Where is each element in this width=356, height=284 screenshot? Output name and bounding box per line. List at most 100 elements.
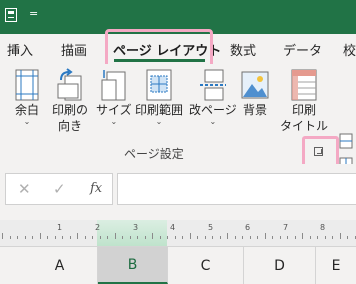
ruler-tick (265, 233, 266, 239)
print-titles-icon (289, 68, 319, 102)
formula-bar: ✕ ✓ fx (0, 164, 356, 220)
print-titles-label-line1: 印刷 (292, 103, 317, 117)
ruler-tick (55, 236, 56, 239)
cancel-icon[interactable]: ✕ (18, 180, 31, 198)
ruler-tick (152, 233, 153, 239)
orientation-label-line2: 向き (58, 119, 83, 133)
ruler-tick (287, 236, 288, 239)
ruler-tick (197, 236, 198, 239)
ruler-tick (302, 233, 303, 239)
tab-draw[interactable]: 描画 (61, 40, 87, 59)
background-icon (240, 68, 270, 102)
ruler-tick (85, 236, 86, 239)
margins-button[interactable]: 余白 ⌄ (12, 68, 42, 126)
ruler-tick (25, 236, 26, 239)
customize-quick-access-icon[interactable]: = (29, 7, 38, 20)
ruler-tick (242, 236, 243, 239)
ruler-tick (145, 236, 146, 239)
ruler-number: 5 (208, 223, 214, 232)
ruler-tick (62, 236, 63, 239)
tab-data[interactable]: データ (283, 40, 322, 59)
enter-icon[interactable]: ✓ (53, 180, 66, 198)
ruler-tick (40, 233, 41, 239)
ruler-tick (205, 236, 206, 239)
ruler-number: 4 (170, 223, 176, 232)
ruler-number: 6 (245, 223, 251, 232)
size-button[interactable]: サイズ ⌄ (96, 68, 132, 126)
column-header-e[interactable]: E (316, 247, 356, 284)
print-area-icon (144, 68, 174, 102)
ruler-tick (107, 236, 108, 239)
column-header-b[interactable]: B (98, 247, 168, 284)
horizontal-ruler: 1 2 3 4 5 6 7 8 (0, 220, 356, 246)
ruler-tick (257, 236, 258, 239)
ruler-tick (332, 236, 333, 239)
insert-function-icon[interactable]: fx (90, 181, 102, 196)
background-label: 背景 (242, 103, 267, 117)
ruler-tick (220, 236, 221, 239)
ruler-tick (122, 236, 123, 239)
ruler-tick (2, 233, 3, 239)
margins-label: 余白 (14, 103, 39, 117)
ruler-tick (295, 236, 296, 239)
ruler-number: 7 (283, 223, 289, 232)
ruler-tick (272, 236, 273, 239)
ruler-tick (347, 236, 348, 239)
column-header-d[interactable]: D (244, 247, 316, 284)
chevron-down-icon: ⌄ (209, 117, 217, 126)
tab-formulas[interactable]: 数式 (230, 40, 256, 59)
print-titles-label-line2: タイトル (280, 119, 329, 133)
print-area-button[interactable]: 印刷範囲 ⌄ (135, 68, 183, 126)
size-icon (99, 68, 129, 102)
ruler-number: 8 (320, 223, 326, 232)
margins-icon (12, 68, 42, 102)
page-setup-group-label: ページ設定 (124, 147, 184, 161)
ruler-number: 2 (95, 223, 101, 232)
ruler-tick (182, 236, 183, 239)
ruler-tick (160, 236, 161, 239)
chevron-down-icon: ⌄ (110, 117, 118, 126)
orientation-button[interactable]: 印刷の 向き (52, 68, 88, 134)
ruler-tick (17, 236, 18, 239)
ruler-tick (212, 236, 213, 239)
ruler-tick (325, 236, 326, 239)
ruler-tick (70, 236, 71, 239)
ruler-tick (137, 236, 138, 239)
tab-highlight-annotation (105, 29, 213, 69)
print-titles-button[interactable]: 印刷 タイトル (280, 68, 328, 134)
tab-review[interactable]: 校 (343, 40, 356, 59)
ruler-tick (235, 236, 236, 239)
orientation-icon (55, 68, 85, 102)
save-icon[interactable] (5, 8, 17, 22)
size-label: サイズ (96, 103, 132, 117)
ruler-number: 1 (57, 223, 63, 232)
orientation-label-line1: 印刷の (52, 103, 89, 117)
breaks-button[interactable]: 改ページ ⌄ (189, 68, 237, 126)
column-header-a[interactable]: A (22, 247, 98, 284)
ruler-tick (250, 236, 251, 239)
ruler-tick (47, 236, 48, 239)
ruler-tick (130, 236, 131, 239)
ruler-tick (175, 236, 176, 239)
formula-input[interactable] (117, 173, 356, 205)
chevron-down-icon: ⌄ (23, 117, 31, 126)
column-header-c[interactable]: C (168, 247, 244, 284)
print-area-label: 印刷範囲 (135, 103, 184, 117)
breaks-label: 改ページ (189, 103, 237, 117)
ruler-tick (227, 233, 228, 239)
ruler-tick (190, 233, 191, 239)
formula-buttons: ✕ ✓ fx (5, 173, 113, 205)
chevron-down-icon: ⌄ (155, 117, 163, 126)
ruler-tick (280, 236, 281, 239)
breaks-icon (198, 68, 228, 102)
ruler-tick (77, 233, 78, 239)
ruler-selection-highlight (97, 220, 167, 246)
column-header-row: A B C D E (0, 246, 356, 284)
ruler-number: 3 (133, 223, 139, 232)
background-button[interactable]: 背景 (240, 68, 270, 118)
ruler-tick (167, 236, 168, 239)
ruler-tick (340, 233, 341, 239)
ruler-tick (115, 233, 116, 239)
ruler-tick (92, 236, 93, 239)
tab-insert[interactable]: 挿入 (7, 40, 33, 59)
